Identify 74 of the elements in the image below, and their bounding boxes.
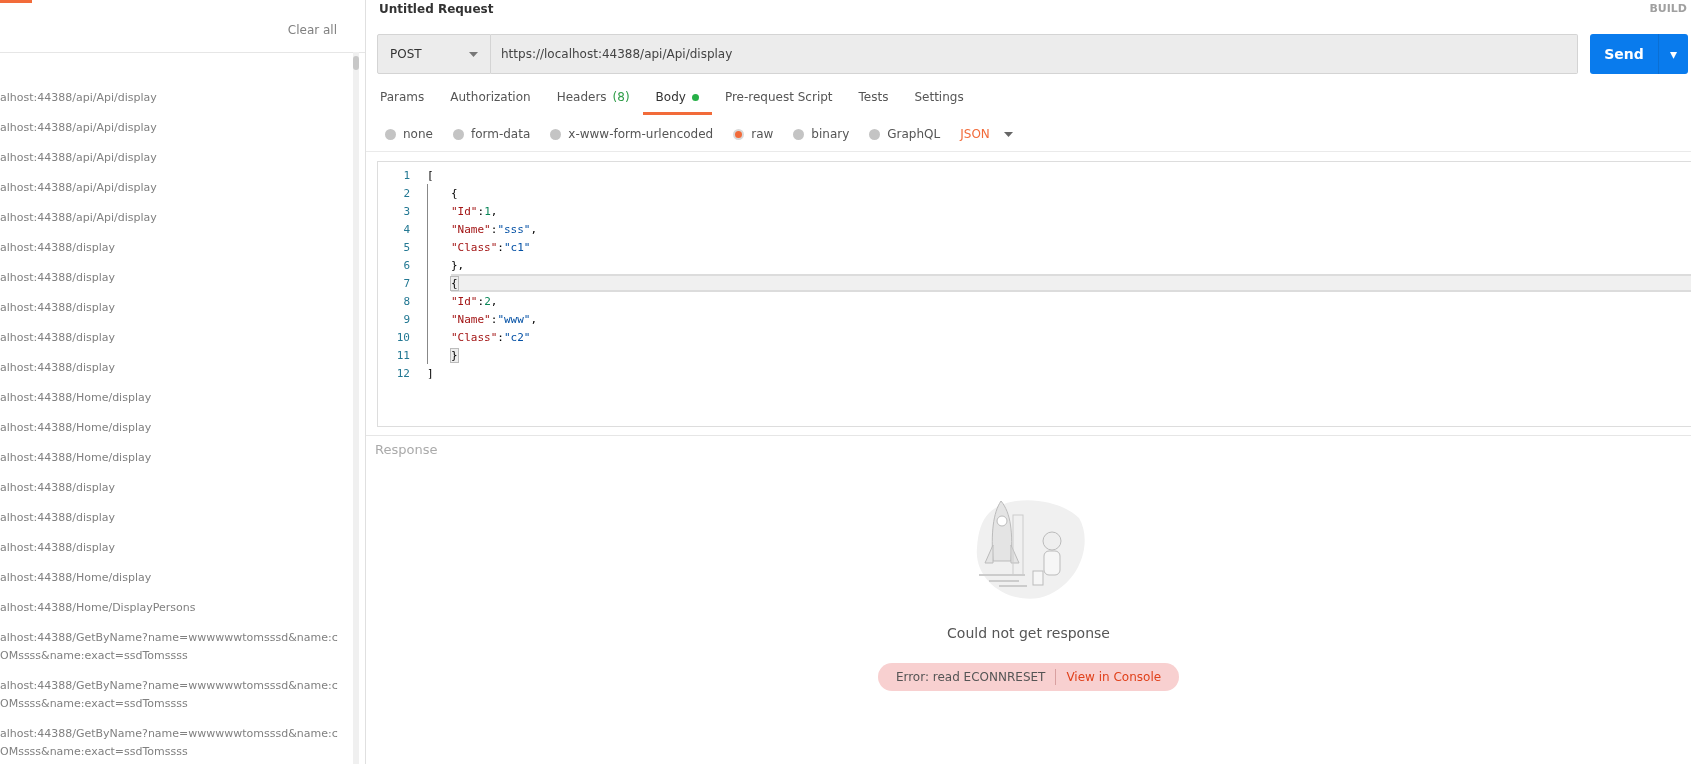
- code-line: "Id":2,: [451, 293, 499, 310]
- body-type-radio[interactable]: GraphQL: [869, 127, 941, 141]
- code-line: "Name":"sss",: [451, 221, 539, 238]
- code-line: ]: [427, 365, 435, 382]
- send-options-button[interactable]: ▾: [1658, 34, 1688, 74]
- history-item[interactable]: alhost:44388/api/Api/display: [0, 203, 351, 233]
- view-console-link[interactable]: View in Console: [1066, 670, 1162, 684]
- history-item[interactable]: alhost:44388/GetByName?name=wwwwwwtomsssd&name:c OMssss&name:exact=ssdTomssss: [0, 671, 351, 719]
- history-item[interactable]: alhost:44388/GetByName?name=wwwwwwtomsssd&name:c OMssss&name:exact=ssdTomssss: [0, 623, 351, 671]
- request-tab[interactable]: Pre-request Script: [711, 84, 846, 115]
- method-dropdown[interactable]: POST: [377, 34, 491, 74]
- history-item[interactable]: alhost:44388/api/Api/display: [0, 113, 351, 143]
- history-item[interactable]: alhost:44388/display: [0, 473, 351, 503]
- code-line: "Id":1,: [451, 203, 499, 220]
- header-count: (8): [612, 90, 630, 104]
- line-number: 6: [402, 258, 411, 272]
- history-item[interactable]: alhost:44388/Home/display: [0, 443, 351, 473]
- code-line: "Class":"c2": [451, 329, 532, 346]
- line-number: 9: [402, 312, 411, 326]
- error-message: Could not get response: [947, 625, 1110, 641]
- history-item[interactable]: alhost:44388/GetByName?name=wwwwwwtomsssd&name:c OMssss&name:exact=ssdTomssss: [0, 719, 351, 764]
- line-number: 2: [402, 186, 411, 200]
- line-number: 3: [402, 204, 411, 218]
- build-label: BUILD: [1649, 2, 1687, 17]
- history-item[interactable]: alhost:44388/display: [0, 323, 351, 353]
- body-type-radio[interactable]: binary: [793, 127, 850, 141]
- history-item[interactable]: alhost:44388/display: [0, 263, 351, 293]
- code-line: "Class":"c1": [451, 239, 532, 256]
- line-number: 7: [402, 276, 411, 290]
- scrollbar[interactable]: [353, 52, 359, 764]
- code-line: },: [451, 257, 466, 274]
- line-number: 5: [402, 240, 411, 254]
- line-number: 10: [395, 330, 411, 344]
- history-item[interactable]: alhost:44388/display: [0, 503, 351, 533]
- history-item[interactable]: alhost:44388/api/Api/display: [0, 143, 351, 173]
- format-dropdown[interactable]: JSON: [960, 127, 1013, 141]
- body-type-radio[interactable]: raw: [733, 127, 774, 141]
- line-number: 1: [402, 168, 411, 182]
- history-item[interactable]: alhost:44388/Home/display: [0, 563, 351, 593]
- send-button[interactable]: Send: [1590, 34, 1658, 74]
- history-item[interactable]: alhost:44388/display: [0, 233, 351, 263]
- line-number: 11: [395, 348, 411, 362]
- line-number: 12: [395, 366, 411, 380]
- request-tab[interactable]: Params: [380, 84, 438, 115]
- history-item[interactable]: alhost:44388/display: [0, 533, 351, 563]
- code-editor[interactable]: 1 [ 2 { 3 "Id":1, 4 "Name":"sss", 5 "Class":"c1" 6 }, 7 { 8 "Id":2, 9 "Name":"www", 10 "Class":"c2" 11 } 12 ]: [377, 161, 1691, 427]
- line-number: 8: [402, 294, 411, 308]
- history-item[interactable]: alhost:44388/Home/display: [0, 413, 351, 443]
- code-line: {: [451, 185, 459, 202]
- request-tab[interactable]: Headers (8): [543, 84, 643, 115]
- request-tab[interactable]: Tests: [845, 84, 902, 115]
- error-text: Error: read ECONNRESET: [895, 670, 1046, 684]
- body-type-radio[interactable]: x-www-form-urlencoded: [550, 127, 714, 141]
- url-field[interactable]: https://localhost:44388/api/Api/display: [491, 34, 1578, 74]
- line-number: 4: [402, 222, 411, 236]
- tab-indicator: [0, 0, 32, 3]
- response-label: Response: [374, 441, 438, 457]
- history-item[interactable]: alhost:44388/Home/display: [0, 383, 351, 413]
- request-tab[interactable]: Authorization: [437, 84, 544, 115]
- request-title: Untitled Request: [379, 2, 494, 18]
- request-tab[interactable]: Body: [642, 84, 712, 115]
- body-type-radio[interactable]: form-data: [452, 127, 531, 141]
- history-item[interactable]: alhost:44388/api/Api/display: [0, 173, 351, 203]
- code-line: "Name":"www",: [451, 311, 539, 328]
- history-item[interactable]: alhost:44388/display: [0, 293, 351, 323]
- request-tab[interactable]: Settings: [901, 84, 977, 115]
- history-item[interactable]: alhost:44388/api/Api/display: [0, 83, 351, 113]
- code-line: [: [427, 167, 435, 184]
- body-type-radio[interactable]: none: [385, 127, 433, 141]
- caret-icon: [1003, 131, 1013, 137]
- caret-icon: [469, 51, 478, 57]
- history-item[interactable]: alhost:44388/display: [0, 353, 351, 383]
- history-item[interactable]: alhost:44388/Home/DisplayPersons: [0, 593, 351, 623]
- clear-all-link[interactable]: Clear all: [287, 23, 337, 37]
